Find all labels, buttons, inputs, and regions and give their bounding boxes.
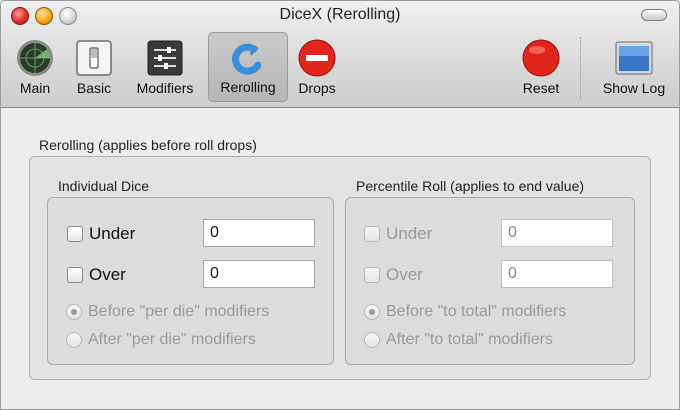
no-entry-icon: [298, 39, 336, 77]
percentile-radio-after-button[interactable]: [364, 332, 380, 348]
percentile-radio-before[interactable]: Before "to total" modifiers: [364, 303, 566, 321]
percentile-roll-title: Percentile Roll (applies to end value): [356, 178, 585, 194]
individual-radio-after-label: After "per die" modifiers: [88, 331, 256, 348]
percentile-over-checkbox-row[interactable]: Over: [364, 265, 423, 285]
percentile-radio-after-label: After "to total" modifiers: [386, 331, 553, 348]
percentile-over-checkbox[interactable]: [364, 267, 380, 283]
drawer-icon: [615, 41, 653, 75]
toolbar-rerolling-label: Rerolling: [220, 79, 276, 95]
individual-over-field[interactable]: [203, 260, 315, 288]
individual-under-checkbox-row[interactable]: Under: [67, 224, 135, 244]
toolbar-modifiers-button[interactable]: Modifiers: [127, 32, 203, 102]
percentile-over-label: Over: [386, 265, 423, 284]
percentile-under-checkbox-row[interactable]: Under: [364, 224, 432, 244]
app-window: DiceX (Rerolling) Main Basic Modifiers R…: [0, 0, 680, 410]
individual-under-field[interactable]: [203, 219, 315, 247]
toolbar-drops-button[interactable]: Drops: [291, 32, 343, 102]
individual-over-checkbox-row[interactable]: Over: [67, 265, 126, 285]
toolbar-main-button[interactable]: Main: [9, 32, 61, 102]
individual-radio-after[interactable]: After "per die" modifiers: [66, 331, 256, 349]
toolbar-modifiers-label: Modifiers: [136, 80, 194, 96]
individual-over-checkbox[interactable]: [67, 267, 83, 283]
switch-icon: [76, 40, 112, 76]
individual-over-label: Over: [89, 265, 126, 284]
toolbar-reset-button[interactable]: Reset: [513, 32, 569, 102]
individual-under-checkbox[interactable]: [67, 226, 83, 242]
toolbar-basic-label: Basic: [76, 80, 112, 96]
toolbar-separator: [580, 37, 581, 99]
toolbar-drops-label: Drops: [298, 80, 336, 96]
individual-under-label: Under: [89, 224, 136, 243]
toolbar-rerolling-button[interactable]: Rerolling: [208, 32, 288, 102]
percentile-under-field[interactable]: [501, 219, 613, 247]
individual-dice-title: Individual Dice: [58, 178, 150, 194]
individual-radio-before-button[interactable]: [66, 304, 82, 320]
percentile-radio-before-button[interactable]: [364, 304, 380, 320]
sliders-icon: [147, 40, 183, 76]
toolbar-reset-label: Reset: [522, 80, 560, 96]
red-circle-icon: [522, 39, 560, 77]
toolbar-area: DiceX (Rerolling) Main Basic Modifiers R…: [1, 1, 679, 108]
percentile-radio-before-label: Before "to total" modifiers: [386, 303, 567, 320]
percentile-under-checkbox[interactable]: [364, 226, 380, 242]
percentile-over-field[interactable]: [501, 260, 613, 288]
percentile-under-label: Under: [386, 224, 433, 243]
individual-radio-before[interactable]: Before "per die" modifiers: [66, 303, 269, 321]
toolbar-show-log-button[interactable]: Show Log: [593, 32, 675, 102]
radar-icon: [17, 40, 53, 76]
individual-radio-before-label: Before "per die" modifiers: [88, 303, 270, 320]
reroll-arrow-icon: [232, 43, 262, 75]
toolbar-show-log-label: Show Log: [602, 80, 666, 96]
toolbar-main-label: Main: [19, 80, 51, 96]
window-title: DiceX (Rerolling): [279, 6, 401, 23]
percentile-radio-after[interactable]: After "to total" modifiers: [364, 331, 553, 349]
individual-radio-after-button[interactable]: [66, 332, 82, 348]
toolbar-toggle-button[interactable]: [641, 9, 667, 21]
toolbar-basic-button[interactable]: Basic: [67, 32, 121, 102]
section-title: Rerolling (applies before roll drops): [39, 137, 257, 153]
